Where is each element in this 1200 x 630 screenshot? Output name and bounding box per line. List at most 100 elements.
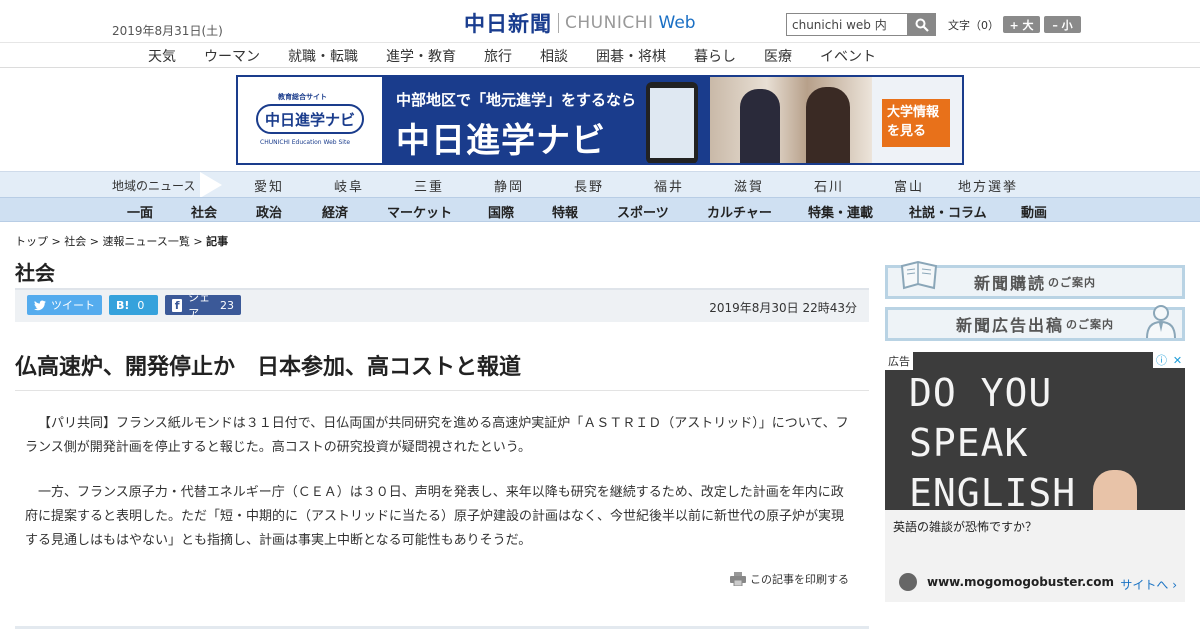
adguide-main-label: 新聞広告出稿 xyxy=(955,316,1064,335)
region-item[interactable]: 石川 xyxy=(814,176,844,195)
search-icon xyxy=(915,18,929,32)
logo-divider xyxy=(558,13,559,33)
close-icon: ✕ xyxy=(1172,353,1183,367)
search-input[interactable] xyxy=(786,13,908,36)
ad-chalk-line-1: DO YOU SPEAK xyxy=(909,371,1053,465)
category-item[interactable]: 経済 xyxy=(322,202,348,221)
page: 2019年8月31日(土) 中日新聞 CHUNICHI Web 文字（0） + … xyxy=(0,0,1200,630)
region-item[interactable]: 三重 xyxy=(414,176,444,195)
banner-logo-sub: CHUNICHI Education Web Site xyxy=(260,139,351,146)
nav-item[interactable]: イベント xyxy=(820,46,876,66)
nav-item[interactable]: 暮らし xyxy=(694,46,736,66)
category-item[interactable]: 一面 xyxy=(127,202,153,221)
region-item[interactable]: 滋賀 xyxy=(734,176,764,195)
category-item[interactable]: 特集・連載 xyxy=(808,202,873,221)
print-article-link[interactable]: この記事を印刷する xyxy=(730,571,849,587)
region-item[interactable]: 岐阜 xyxy=(334,176,364,195)
nav-item[interactable]: 医療 xyxy=(764,46,792,66)
region-item[interactable]: 愛知 xyxy=(254,176,284,195)
student-figure xyxy=(740,89,780,163)
article-bottom-divider xyxy=(15,626,869,629)
current-date: 2019年8月31日(土) xyxy=(112,24,223,38)
search-button[interactable] xyxy=(908,13,936,36)
ad-site-link-label: サイトへ xyxy=(1120,578,1169,592)
student-figure xyxy=(806,87,850,163)
category-item[interactable]: カルチャー xyxy=(707,202,772,221)
breadcrumb-link[interactable]: トップ xyxy=(15,235,48,248)
banner-title: 中日進学ナビ xyxy=(396,121,606,161)
category-item[interactable]: 社会 xyxy=(191,202,217,221)
ad-label: 広告 xyxy=(885,352,913,370)
nav-item[interactable]: 天気 xyxy=(148,46,176,66)
hatena-label: B! xyxy=(116,298,130,312)
facebook-share-label: シェア xyxy=(188,291,211,320)
subscribe-sub-label: のご案内 xyxy=(1048,276,1096,289)
facebook-icon: f xyxy=(172,298,183,312)
category-item[interactable]: 動画 xyxy=(1021,202,1047,221)
hatena-count: 0 xyxy=(137,298,145,312)
hand-with-chalk xyxy=(1093,470,1137,510)
subscription-guide-button[interactable]: 新聞購読 のご案内 xyxy=(885,260,1185,299)
print-label: この記事を印刷する xyxy=(750,573,849,586)
article-headline: 仏高速炉、開発停止か 日本参加、高コストと報道 xyxy=(15,355,522,380)
regional-news-nav: 地域のニュース 愛知 岐阜 三重 静岡 長野 福井 滋賀 石川 富山 地方選挙 xyxy=(0,171,1200,198)
font-size-down-button[interactable]: – 小 xyxy=(1044,16,1081,33)
banner-site-label: 教育総合サイト xyxy=(278,93,327,101)
category-item[interactable]: 特報 xyxy=(552,202,578,221)
chevron-right-icon: › xyxy=(1172,578,1177,592)
newspaper-icon xyxy=(900,260,938,290)
banner-logo-area: 教育総合サイト 中日進学ナビ CHUNICHI Education Web Si… xyxy=(238,77,382,163)
hatena-bookmark-button[interactable]: B! 0 xyxy=(109,295,158,315)
nav-item[interactable]: 旅行 xyxy=(484,46,512,66)
category-item[interactable]: 社説・コラム xyxy=(909,202,987,221)
sidebar-advertisement[interactable]: DO YOU SPEAK ENGLISH ? 広告 ⓘ ✕ 英語の雑談が恐怖ですか？… xyxy=(885,352,1185,602)
service-nav: 天気 ウーマン 就職・転職 進学・教育 旅行 相談 囲碁・将棋 暮らし 医療 イ… xyxy=(0,42,1200,68)
tweet-button[interactable]: ツイート xyxy=(27,295,102,315)
breadcrumb-separator: > xyxy=(86,235,103,248)
region-item[interactable]: 福井 xyxy=(654,176,684,195)
nav-item[interactable]: ウーマン xyxy=(204,46,260,66)
category-item[interactable]: 国際 xyxy=(488,202,514,221)
regional-news-label: 地域のニュース xyxy=(112,179,196,193)
share-bar: ツイート B! 0 f シェア 23 2019年8月30日 22時43分 xyxy=(15,288,869,322)
breadcrumb-link[interactable]: 速報ニュース一覧 xyxy=(102,235,189,248)
ad-site-link[interactable]: サイトへ › xyxy=(1120,576,1177,593)
nav-item[interactable]: 相談 xyxy=(540,46,568,66)
headline-divider xyxy=(15,390,869,391)
category-item[interactable]: 政治 xyxy=(256,202,282,221)
region-item[interactable]: 長野 xyxy=(574,176,604,195)
category-item[interactable]: スポーツ xyxy=(617,202,669,221)
nav-item[interactable]: 囲碁・将棋 xyxy=(596,46,666,66)
education-banner-ad[interactable]: 教育総合サイト 中日進学ナビ CHUNICHI Education Web Si… xyxy=(236,75,964,165)
banner-cta-button[interactable]: 大学情報を見る xyxy=(882,99,950,147)
font-size-label: 文字（0） xyxy=(948,18,999,32)
ad-chalk-line-2: ENGLISH ? xyxy=(909,471,1124,510)
font-size-up-button[interactable]: + 大 xyxy=(1003,16,1040,33)
printer-icon xyxy=(730,572,746,586)
category-item[interactable]: マーケット xyxy=(387,202,452,221)
adchoices-icon[interactable]: ⓘ ✕ xyxy=(1153,352,1185,368)
breadcrumb-separator: > xyxy=(189,235,207,248)
region-item[interactable]: 地方選挙 xyxy=(958,176,1018,195)
facebook-share-button[interactable]: f シェア 23 xyxy=(165,291,241,320)
logo-web: Web xyxy=(658,13,696,33)
smartphone-image xyxy=(646,82,698,163)
students-photo xyxy=(710,77,872,163)
font-size-control: 文字（0） + 大 – 小 xyxy=(948,16,1081,33)
ad-headline: 英語の雑談が恐怖ですか？ xyxy=(893,520,1038,534)
nav-item[interactable]: 就職・転職 xyxy=(288,46,358,66)
banner-cta-area: 大学情報を見る xyxy=(872,77,962,163)
region-arrow xyxy=(200,172,222,198)
banner-navi-logo: 中日進学ナビ xyxy=(256,104,364,134)
ad-chalkboard-text: DO YOU SPEAK ENGLISH ? xyxy=(909,368,1185,510)
breadcrumb-link[interactable]: 社会 xyxy=(64,235,86,248)
region-item[interactable]: 富山 xyxy=(894,176,924,195)
region-item[interactable]: 静岡 xyxy=(494,176,524,195)
logo-jp: 中日新聞 xyxy=(464,11,552,36)
smartphone-screen xyxy=(650,88,694,158)
site-logo[interactable]: 中日新聞 CHUNICHI Web xyxy=(464,10,696,36)
subscribe-main-label: 新聞購読 xyxy=(973,274,1046,293)
breadcrumb-separator: > xyxy=(48,235,65,248)
nav-item[interactable]: 進学・教育 xyxy=(386,46,456,66)
ad-placement-guide-button[interactable]: 新聞広告出稿 のご案内 xyxy=(885,305,1185,341)
